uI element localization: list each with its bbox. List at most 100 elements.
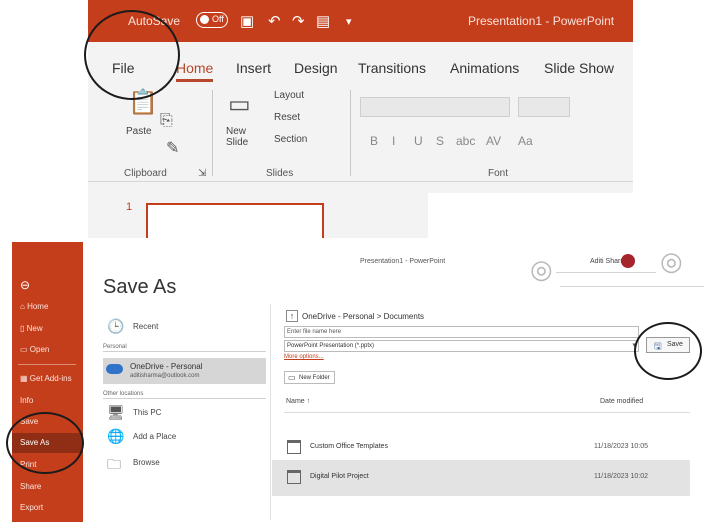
font-name-dropdown[interactable] — [360, 97, 510, 117]
strikethrough-button[interactable]: S — [436, 134, 444, 148]
save-icon[interactable]: ▣ — [240, 12, 254, 30]
title-bar: AutoSave Off ▣ ↶ ↷ ▤ ▾ Presentation1 - P… — [88, 0, 633, 42]
slides-group-label: Slides — [266, 168, 294, 179]
window-title: Presentation1 - PowerPoint — [468, 14, 615, 28]
breadcrumb[interactable]: OneDrive - Personal > Documents — [302, 312, 424, 321]
divider — [212, 90, 213, 176]
nav-new[interactable]: ▯ New — [20, 324, 43, 333]
location-browse-label: Browse — [133, 458, 160, 467]
decorative-circuit-icon: ◎ — [530, 254, 553, 284]
layout-button[interactable]: Layout — [274, 90, 304, 101]
folder-icon — [287, 440, 301, 454]
paste-button[interactable]: Paste — [126, 126, 152, 137]
autosave-state: Off — [212, 14, 224, 24]
nav-info[interactable]: Info — [20, 396, 33, 405]
slide-canvas[interactable] — [428, 193, 633, 238]
slide-thumbnail[interactable] — [146, 203, 324, 238]
paste-icon[interactable]: 📋 — [128, 88, 158, 117]
present-icon[interactable]: ▤ — [316, 12, 330, 30]
section-other-locations: Other locations — [103, 391, 266, 399]
font-size-dropdown[interactable] — [518, 97, 570, 117]
nav-home-label: Home — [27, 302, 49, 311]
divider — [350, 90, 351, 176]
list-item[interactable]: Digital Pilot Project 11/18/2023 10:02 — [272, 460, 690, 496]
new-folder-button[interactable]: ▭ New Folder — [284, 371, 335, 384]
document-title: Presentation1 - PowerPoint — [360, 258, 446, 265]
nav-divider — [18, 364, 76, 365]
undo-icon[interactable]: ↶ — [268, 12, 281, 30]
copy-icon[interactable]: ⎘ — [160, 112, 173, 130]
tab-transitions[interactable]: Transitions — [358, 60, 426, 76]
onedrive-title: OneDrive - Personal — [130, 362, 203, 371]
back-arrow-icon[interactable]: ⊖ — [20, 278, 30, 292]
change-case-button[interactable]: Aa — [518, 134, 533, 148]
decorative-line — [556, 272, 656, 273]
nav-home[interactable]: ⌂ Home — [20, 302, 48, 311]
column-header-name[interactable]: Name ↑ — [286, 398, 310, 405]
tab-design[interactable]: Design — [294, 60, 338, 76]
clock-icon: 🕒 — [107, 318, 125, 334]
redo-icon[interactable]: ↷ — [292, 12, 305, 30]
tab-file[interactable]: File — [112, 60, 135, 76]
tab-animations[interactable]: Animations — [450, 60, 519, 76]
ribbon-tabs: File Home Insert Design Transitions Anim… — [88, 42, 633, 82]
new-folder-icon: ▭ — [288, 373, 296, 382]
italic-button[interactable]: I — [392, 134, 395, 148]
file-type-dropdown[interactable]: PowerPoint Presentation (*.pptx) ▾ — [284, 340, 639, 352]
nav-get-add-ins[interactable]: ▦ Get Add-ins — [20, 374, 72, 383]
chevron-down-icon: ▾ — [632, 342, 636, 349]
file-date: 11/18/2023 10:02 — [594, 473, 648, 480]
divider — [270, 304, 271, 520]
new-slide-button[interactable]: New Slide — [226, 126, 266, 148]
backstage-screenshot: ⊖ ⌂ Home ▯ New ▭ Open ▦ Get Add-ins Info… — [0, 242, 704, 522]
cloud-icon — [106, 364, 123, 374]
save-icon: 🖫 — [654, 341, 662, 351]
file-name-input[interactable]: Enter file name here — [284, 326, 639, 338]
file-date: 11/18/2023 10:05 — [594, 443, 648, 450]
nav-new-label: New — [26, 324, 43, 333]
sort-arrow-icon: ↑ — [306, 398, 311, 405]
location-recent-label: Recent — [133, 322, 159, 331]
new-folder-label: New Folder — [299, 375, 330, 381]
store-icon: ▦ — [20, 374, 30, 383]
location-add-place-label: Add a Place — [133, 432, 177, 441]
reset-button[interactable]: Reset — [274, 112, 300, 123]
slide-number: 1 — [126, 201, 133, 213]
nav-print[interactable]: Print — [20, 460, 36, 469]
nav-export[interactable]: Export — [20, 503, 43, 512]
autosave-toggle[interactable]: Off — [196, 12, 228, 28]
divider — [284, 412, 690, 413]
character-spacing-button[interactable]: AV — [486, 134, 501, 148]
nav-save[interactable]: Save — [20, 417, 38, 426]
tab-slide-show[interactable]: Slide Show — [544, 60, 614, 76]
avatar[interactable] — [621, 254, 635, 268]
nav-open-label: Open — [29, 345, 50, 354]
section-button[interactable]: Section — [274, 134, 307, 145]
new-slide-icon[interactable]: ▭ — [228, 90, 251, 119]
onedrive-email: aditisharma@outlook.com — [130, 373, 200, 379]
folder-icon — [287, 470, 301, 484]
column-name-label: Name — [286, 398, 305, 405]
underline-button[interactable]: U — [414, 134, 423, 148]
nav-save-as[interactable]: Save As — [12, 433, 83, 453]
save-button[interactable]: 🖫 Save — [646, 337, 690, 353]
file-name: Custom Office Templates — [310, 443, 388, 450]
format-painter-icon[interactable]: ✎ — [166, 138, 179, 158]
column-header-date[interactable]: Date modified — [600, 398, 643, 405]
more-options-link[interactable]: More options... — [284, 354, 324, 360]
location-this-pc-label: This PC — [133, 408, 162, 417]
nav-share[interactable]: Share — [20, 482, 41, 491]
tab-home[interactable]: Home — [176, 60, 214, 82]
computer-icon: 🖥 — [107, 404, 125, 420]
up-folder-button[interactable]: ↑ — [286, 310, 298, 322]
nav-get-add-ins-label: Get Add-ins — [29, 374, 72, 383]
text-shadow-button[interactable]: abc — [456, 134, 475, 148]
location-onedrive[interactable]: OneDrive - Personal aditisharma@outlook.… — [103, 358, 266, 384]
bold-button[interactable]: B — [370, 134, 378, 148]
dialog-launcher-icon[interactable]: ⇲ — [198, 168, 206, 179]
ribbon-screenshot: AutoSave Off ▣ ↶ ↷ ▤ ▾ Presentation1 - P… — [88, 0, 633, 238]
home-icon: ⌂ — [20, 302, 28, 311]
tab-insert[interactable]: Insert — [236, 60, 271, 76]
nav-open[interactable]: ▭ Open — [20, 345, 49, 354]
customize-quick-access-icon[interactable]: ▾ — [346, 15, 352, 28]
